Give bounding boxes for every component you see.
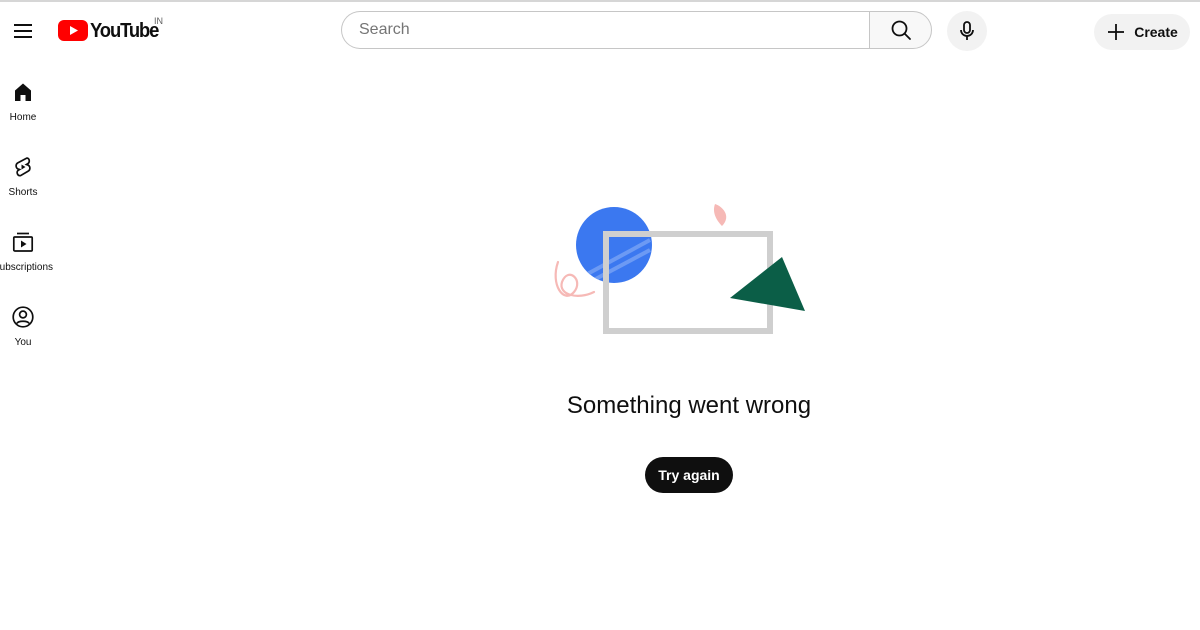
create-label: Create: [1134, 24, 1178, 40]
shorts-icon: [15, 157, 31, 177]
plus-icon: [1108, 24, 1125, 40]
youtube-logo[interactable]: YouTube: [58, 16, 164, 46]
try-again-button[interactable]: Try again: [645, 457, 733, 493]
voice-search-button[interactable]: [947, 11, 987, 51]
sidebar-item-label: Subscriptions: [0, 262, 54, 273]
you-icon: [12, 306, 34, 328]
sidebar-item-shorts[interactable]: Shorts: [0, 147, 46, 207]
sidebar-item-subscriptions[interactable]: Subscriptions: [0, 222, 53, 282]
pink-petal-shape: [713, 204, 727, 226]
create-button[interactable]: Create: [1094, 14, 1190, 50]
search-input[interactable]: [357, 20, 841, 40]
country-code: IN: [154, 16, 163, 26]
masthead: YouTube IN Create: [0, 2, 1200, 58]
home-icon: [15, 83, 31, 101]
sidebar-item-home[interactable]: Home: [0, 72, 46, 132]
sidebar-item-label: Shorts: [8, 187, 38, 198]
youtube-play-logo-icon: [58, 20, 88, 41]
logo-wordmark: YouTube: [90, 19, 159, 42]
hamburger-menu-icon: [14, 24, 32, 38]
search-button[interactable]: [869, 11, 932, 49]
sidebar-item-label: Home: [9, 112, 37, 123]
error-message: Something went wrong: [566, 392, 812, 419]
menu-button[interactable]: [4, 12, 42, 50]
search-icon: [891, 20, 911, 40]
search-box: [341, 11, 869, 49]
error-illustration: [550, 200, 810, 340]
sidebar-item-label: You: [14, 337, 32, 348]
subscriptions-icon: [12, 232, 34, 252]
sidebar-item-you[interactable]: You: [0, 297, 46, 357]
microphone-icon: [960, 21, 974, 40]
